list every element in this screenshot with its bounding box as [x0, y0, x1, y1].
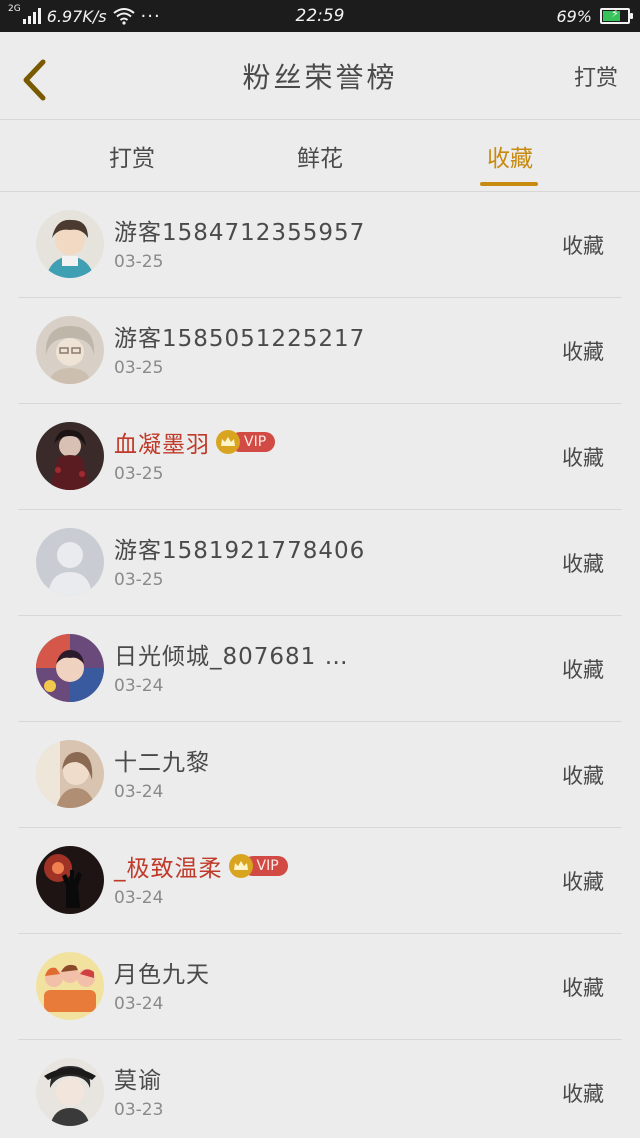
user-name[interactable]: 血凝墨羽 [114, 425, 210, 459]
avatar[interactable] [36, 528, 104, 596]
reward-button[interactable]: 打赏 [574, 32, 618, 120]
row-action-label: 收藏 [562, 446, 604, 470]
row-date: 03-25 [114, 570, 164, 590]
avatar-image [36, 952, 104, 1020]
name-line: 月色九天 [114, 954, 210, 990]
avatar-image [36, 210, 104, 278]
row-action-label: 收藏 [562, 234, 604, 258]
row-action-label: 收藏 [562, 1082, 604, 1106]
name-line: 日光倾城_807681 … [114, 636, 349, 672]
row-date: 03-25 [114, 358, 164, 378]
row-date: 03-25 [114, 464, 164, 484]
row-action-label: 收藏 [562, 764, 604, 788]
list-item[interactable]: 游客1584712355957 03-25 收藏 [0, 192, 640, 298]
battery-icon: ⚡ [600, 7, 633, 24]
avatar[interactable] [36, 210, 104, 278]
user-name[interactable]: 日光倾城_807681 … [114, 637, 349, 671]
user-name[interactable]: 十二九黎 [114, 743, 210, 777]
wifi-icon [112, 8, 135, 25]
user-name[interactable]: 游客1585051225217 [114, 319, 365, 353]
list-item[interactable]: 日光倾城_807681 … 03-24 收藏 [0, 616, 640, 722]
list-item[interactable]: 游客1581921778406 03-25 收藏 [0, 510, 640, 616]
name-line: 游客1585051225217 [114, 318, 365, 354]
name-line: 游客1584712355957 [114, 212, 365, 248]
row-date: 03-24 [114, 888, 164, 908]
list-item[interactable]: 十二九黎 03-24 收藏 [0, 722, 640, 828]
signal-icon [22, 8, 41, 24]
active-tab-indicator [480, 182, 538, 186]
vip-badge: VIP [216, 430, 276, 454]
row-action-label: 收藏 [562, 658, 604, 682]
page-title: 粉丝荣誉榜 [242, 61, 398, 94]
row-date: 03-24 [114, 676, 164, 696]
app-screen: 2G 6.97K/s ··· 22:59 69% ⚡ 粉丝荣誉榜 打赏 打赏 鲜… [0, 0, 640, 1138]
avatar[interactable] [36, 422, 104, 490]
row-action-label: 收藏 [562, 552, 604, 576]
user-name[interactable]: 游客1581921778406 [114, 531, 365, 565]
tab-favorites[interactable]: 收藏 [450, 120, 570, 192]
tab-flowers[interactable]: 鲜花 [260, 120, 380, 192]
avatar-image [36, 422, 104, 490]
avatar-image [36, 1058, 104, 1126]
network-speed: 6.97K/s [46, 6, 107, 26]
tab-bar: 打赏 鲜花 收藏 [0, 120, 640, 192]
status-bar: 2G 6.97K/s ··· 22:59 69% ⚡ [0, 0, 640, 32]
avatar[interactable] [36, 952, 104, 1020]
tab-reward[interactable]: 打赏 [72, 120, 192, 192]
user-name[interactable]: 月色九天 [114, 955, 210, 989]
row-date: 03-24 [114, 782, 164, 802]
list-item[interactable]: 月色九天 03-24 收藏 [0, 934, 640, 1040]
tab-label: 打赏 [109, 146, 155, 172]
avatar[interactable] [36, 846, 104, 914]
name-line: 游客1581921778406 [114, 530, 365, 566]
charging-bolt-icon: ⚡ [611, 7, 619, 20]
row-date: 03-25 [114, 252, 164, 272]
avatar[interactable] [36, 634, 104, 702]
crown-icon [228, 854, 253, 878]
status-right: 69% ⚡ [556, 0, 633, 32]
list-item[interactable]: 莫谕 03-23 收藏 [0, 1040, 640, 1138]
list-item[interactable]: 血凝墨羽 VIP 03-25 收藏 [0, 404, 640, 510]
avatar-image [36, 634, 104, 702]
user-name[interactable]: 莫谕 [114, 1061, 162, 1095]
row-action-label: 收藏 [562, 870, 604, 894]
user-name[interactable]: _极致温柔 [114, 849, 223, 883]
chevron-left-icon [23, 59, 46, 101]
row-date: 03-23 [114, 1100, 164, 1120]
row-action-label: 收藏 [562, 976, 604, 1000]
vip-badge: VIP [228, 854, 288, 878]
status-left: 2G 6.97K/s ··· [8, 0, 161, 32]
crown-icon [216, 430, 240, 454]
nav-header: 粉丝荣誉榜 打赏 [0, 32, 640, 120]
tab-label: 收藏 [487, 146, 533, 172]
battery-percent: 69% [556, 6, 592, 26]
row-date: 03-24 [114, 994, 164, 1014]
avatar[interactable] [36, 740, 104, 808]
name-line: 莫谕 [114, 1060, 162, 1096]
avatar-image [36, 740, 104, 808]
back-button[interactable] [14, 56, 54, 104]
user-name[interactable]: 游客1584712355957 [114, 213, 365, 247]
name-line: _极致温柔 VIP [114, 848, 288, 884]
more-notifications-icon: ··· [140, 5, 161, 27]
avatar-image [36, 316, 104, 384]
avatar[interactable] [36, 1058, 104, 1126]
tab-label: 鲜花 [297, 146, 343, 172]
row-action-label: 收藏 [562, 340, 604, 364]
list-item[interactable]: _极致温柔 VIP 03-24 收藏 [0, 828, 640, 934]
default-avatar-icon [36, 528, 104, 596]
name-line: 十二九黎 [114, 742, 210, 778]
list-item[interactable]: 游客1585051225217 03-25 收藏 [0, 298, 640, 404]
network-type: 2G [8, 4, 21, 14]
avatar[interactable] [36, 316, 104, 384]
avatar-image [36, 846, 104, 914]
name-line: 血凝墨羽 VIP [114, 424, 276, 460]
fan-list: 游客1584712355957 03-25 收藏 游客1585051225217 [0, 192, 640, 1138]
